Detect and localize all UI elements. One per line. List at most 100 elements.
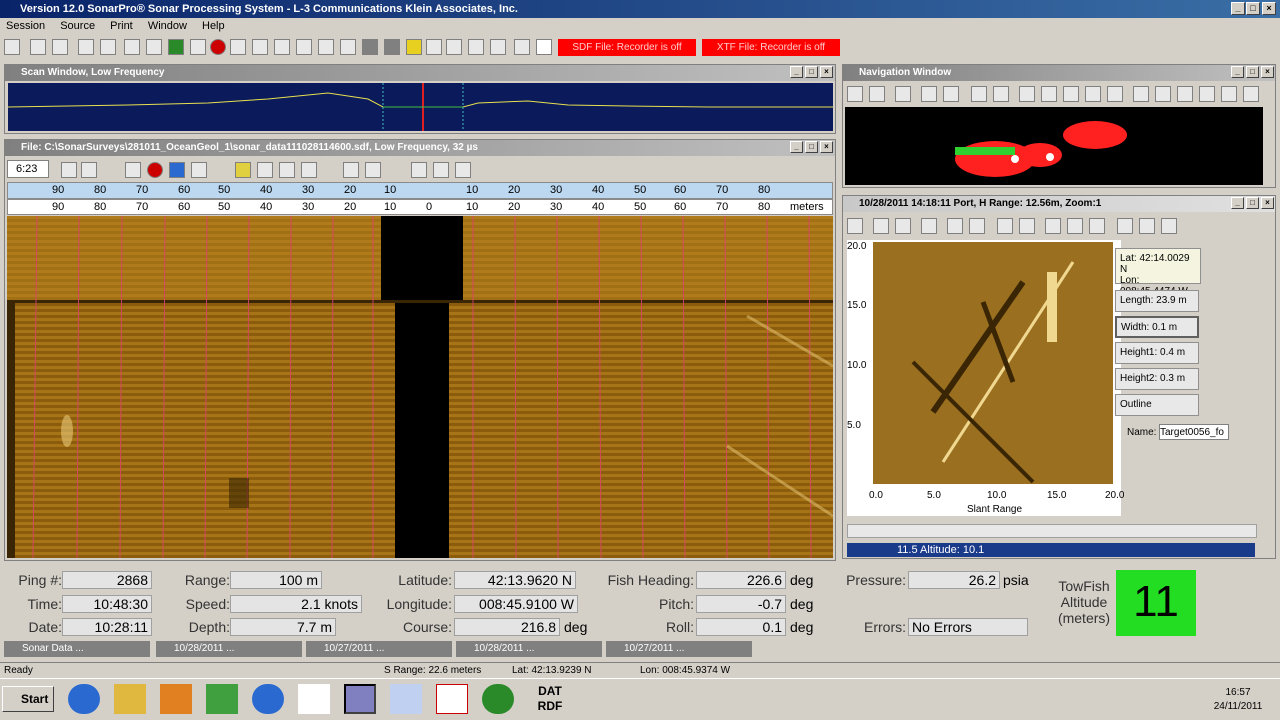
maximize-button[interactable]: □	[1246, 2, 1260, 15]
range-ruler-top[interactable]: 90 80 70 60 50 40 30 20 10 10 20 30 40 5…	[7, 182, 833, 199]
tool-icon[interactable]	[257, 162, 273, 178]
maximize-button[interactable]: □	[805, 66, 818, 78]
tool-icon[interactable]	[971, 86, 987, 102]
sonar-waterfall-image[interactable]	[7, 216, 833, 558]
close-button[interactable]: ×	[1261, 66, 1274, 78]
tool-icon[interactable]	[100, 39, 116, 55]
task-window[interactable]: 10/28/2011 ...	[456, 641, 602, 657]
menu-session[interactable]: Session	[6, 20, 45, 32]
tool-icon[interactable]	[168, 39, 184, 55]
tool-icon[interactable]	[318, 39, 334, 55]
tool-icon[interactable]	[340, 39, 356, 55]
menu-help[interactable]: Help	[202, 20, 225, 32]
tool-icon[interactable]	[1045, 218, 1061, 234]
eraser-icon[interactable]	[921, 86, 937, 102]
internet-explorer-icon[interactable]	[68, 684, 100, 714]
tool-icon[interactable]	[190, 39, 206, 55]
tool-icon[interactable]	[969, 218, 985, 234]
sonarpro-icon[interactable]	[344, 684, 376, 714]
palette-icon[interactable]	[301, 162, 317, 178]
grid-icon[interactable]	[997, 218, 1013, 234]
tool-icon[interactable]	[274, 39, 290, 55]
zoom-in-icon[interactable]	[847, 86, 863, 102]
hand-icon[interactable]	[895, 86, 911, 102]
dat-rdf-icon[interactable]: DAT RDF	[530, 684, 570, 716]
tool-icon[interactable]	[1199, 86, 1215, 102]
tool-icon[interactable]	[78, 39, 94, 55]
tool-icon[interactable]	[993, 86, 1009, 102]
app-icon[interactable]	[252, 684, 284, 714]
rewind-icon[interactable]	[125, 162, 141, 178]
tool-icon[interactable]	[446, 39, 462, 55]
sdf-recorder-status[interactable]: SDF File: Recorder is off	[558, 39, 696, 56]
tool-icon[interactable]	[490, 39, 506, 55]
save-icon[interactable]	[514, 39, 530, 55]
close-icon[interactable]	[847, 218, 863, 234]
zoom-in-icon[interactable]	[873, 218, 889, 234]
start-button[interactable]: Start	[2, 686, 54, 712]
height1-field[interactable]: Height1: 0.4 m	[1115, 342, 1199, 364]
tool-icon[interactable]	[1177, 86, 1193, 102]
navigation-map[interactable]	[845, 107, 1263, 185]
tool-icon[interactable]	[1161, 218, 1177, 234]
tool-icon[interactable]	[468, 39, 484, 55]
print-icon[interactable]	[4, 39, 20, 55]
close-icon[interactable]	[943, 86, 959, 102]
tool-icon[interactable]	[365, 162, 381, 178]
tool-icon[interactable]	[362, 39, 378, 55]
tool-icon[interactable]	[426, 39, 442, 55]
tool-icon[interactable]	[296, 39, 312, 55]
zoom-out-icon[interactable]	[869, 86, 885, 102]
app-icon[interactable]	[436, 684, 468, 714]
tool-icon[interactable]	[1063, 86, 1079, 102]
stop-icon[interactable]	[147, 162, 163, 178]
target-icon[interactable]	[210, 39, 226, 55]
menu-window[interactable]: Window	[148, 20, 187, 32]
target-sonar-image[interactable]	[873, 242, 1113, 484]
tool-icon[interactable]	[1085, 86, 1101, 102]
app-icon[interactable]	[390, 684, 422, 714]
tool-icon[interactable]	[279, 162, 295, 178]
tool-icon[interactable]	[1041, 86, 1057, 102]
tool-icon[interactable]	[1019, 218, 1035, 234]
globe-icon[interactable]	[1243, 86, 1259, 102]
close-button[interactable]: ×	[820, 141, 833, 153]
tool-icon[interactable]	[411, 162, 427, 178]
task-window[interactable]: 10/27/2011 ...	[306, 641, 452, 657]
width-field[interactable]: Width: 0.1 m	[1115, 316, 1199, 338]
close-button[interactable]: ×	[1261, 197, 1274, 209]
task-window[interactable]: 10/27/2011 ...	[606, 641, 752, 657]
new-file-icon[interactable]	[536, 39, 552, 55]
minimize-button[interactable]: _	[790, 66, 803, 78]
tool-icon[interactable]	[406, 39, 422, 55]
tool-icon[interactable]	[252, 39, 268, 55]
minimize-button[interactable]: _	[1231, 66, 1244, 78]
maximize-button[interactable]: □	[1246, 66, 1259, 78]
app-icon[interactable]	[298, 684, 330, 714]
close-button[interactable]: ×	[820, 66, 833, 78]
play-icon[interactable]	[169, 162, 185, 178]
app-icon[interactable]	[206, 684, 238, 714]
tool-icon[interactable]	[1019, 86, 1035, 102]
tool-icon[interactable]	[1107, 86, 1123, 102]
close-button[interactable]: ×	[1262, 2, 1276, 15]
horizontal-scrollbar[interactable]	[847, 524, 1257, 538]
tool-icon[interactable]	[230, 39, 246, 55]
tool-icon[interactable]	[235, 162, 251, 178]
menu-source[interactable]: Source	[60, 20, 95, 32]
height2-field[interactable]: Height2: 0.3 m	[1115, 368, 1199, 390]
save-icon[interactable]	[1117, 218, 1133, 234]
maximize-button[interactable]: □	[805, 141, 818, 153]
open-icon[interactable]	[61, 162, 77, 178]
tool-icon[interactable]	[30, 39, 46, 55]
media-player-icon[interactable]	[160, 684, 192, 714]
maximize-button[interactable]: □	[1246, 197, 1259, 209]
tool-icon[interactable]	[124, 39, 140, 55]
hand-icon[interactable]	[921, 218, 937, 234]
tool-icon[interactable]	[433, 162, 449, 178]
length-field[interactable]: Length: 23.9 m	[1115, 290, 1199, 312]
task-sonar-data[interactable]: Sonar Data ...	[4, 641, 150, 657]
eraser-icon[interactable]	[1089, 218, 1105, 234]
xtf-recorder-status[interactable]: XTF File: Recorder is off	[702, 39, 840, 56]
tool-icon[interactable]	[81, 162, 97, 178]
